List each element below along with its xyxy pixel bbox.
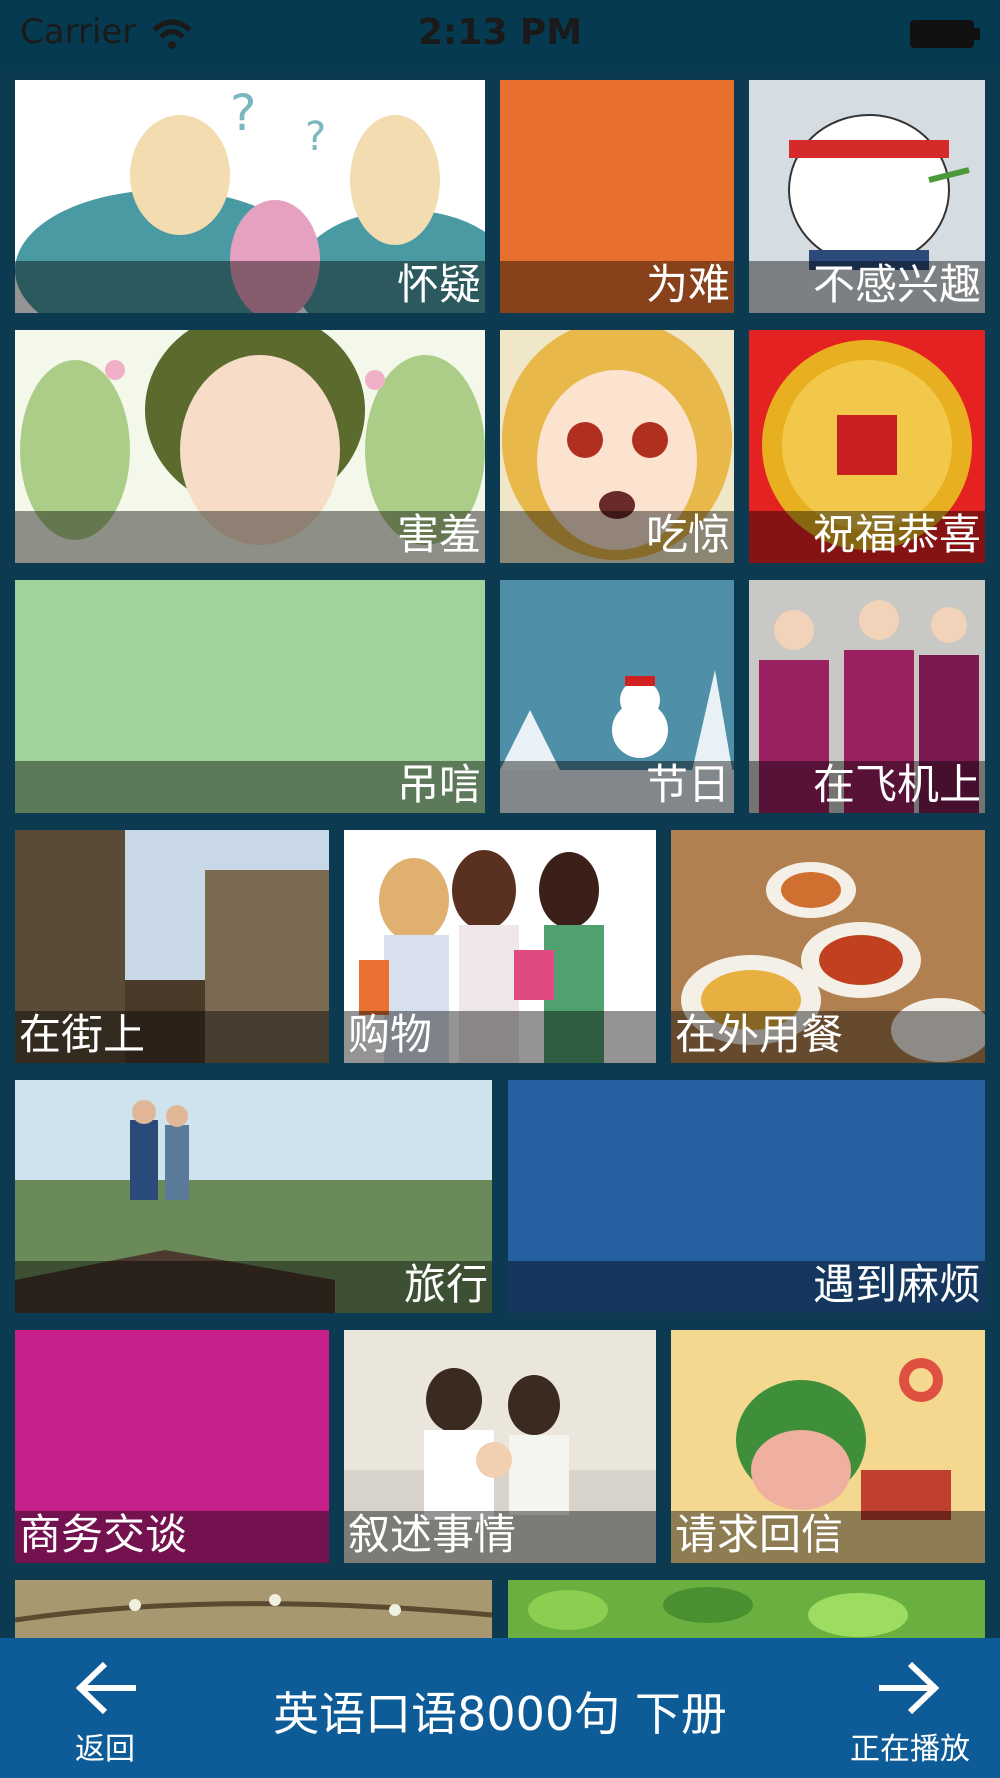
now-playing-label: 正在播放 [850, 1732, 970, 1767]
tile-narrate[interactable]: 叙述事情 [344, 1330, 656, 1563]
right-arrow-icon [879, 1661, 940, 1715]
tile-label: 在街上 [19, 1010, 146, 1059]
tile-business-talk[interactable]: 商务交谈 [15, 1330, 329, 1563]
tile-in-trouble[interactable]: 遇到麻烦 [508, 1080, 985, 1313]
tile-label: 叙述事情 [348, 1510, 517, 1559]
tile-label: 购物 [348, 1010, 433, 1059]
tile-on-plane[interactable]: 在飞机上 [749, 580, 985, 813]
tile-label: 吊唁 [396, 760, 481, 809]
tile-label: 在飞机上 [812, 760, 981, 809]
tile-holiday[interactable]: 节日 [500, 580, 734, 813]
svg-text:?: ? [305, 114, 326, 160]
tile-request-reply[interactable]: 请求回信 [671, 1330, 985, 1563]
bottom-nav-bar: 返回 英语口语8000句 下册 正在播放 [0, 1638, 1000, 1778]
tile-shopping[interactable]: 购物 [344, 830, 656, 1063]
tile-condolence[interactable]: 吊唁 [15, 580, 485, 813]
tile-label: 遇到麻烦 [812, 1260, 981, 1309]
tile-shy[interactable]: 害羞 [15, 330, 485, 563]
tile-not-interested[interactable]: 不感兴趣 [749, 80, 985, 313]
tile-label: 为难 [645, 260, 730, 309]
tile-label: 节日 [645, 760, 730, 809]
tile-label: 祝福恭喜 [812, 510, 981, 559]
tile-label: 不感兴趣 [812, 260, 981, 309]
tile-doubt[interactable]: ? ? 怀疑 [15, 80, 485, 313]
tile-embarrassed[interactable]: 为难 [500, 80, 734, 313]
tile-partial-branch[interactable] [15, 1580, 492, 1640]
tile-label: 旅行 [403, 1260, 488, 1309]
branch-image [15, 1580, 492, 1640]
tile-label: 害羞 [396, 510, 481, 559]
tile-label: 请求回信 [675, 1510, 844, 1559]
svg-text:?: ? [230, 84, 257, 142]
tile-partial-leaves[interactable] [508, 1580, 985, 1640]
now-playing-button[interactable]: 正在播放 [840, 1658, 980, 1768]
tile-label: 在外用餐 [675, 1010, 844, 1059]
tile-travel[interactable]: 旅行 [15, 1080, 492, 1313]
category-grid: ? ? 怀疑 为难 不感兴趣 害羞 吃惊 祝福恭喜 吊唁 节日 在飞机上 在街上… [0, 0, 1000, 1778]
tile-congratulations[interactable]: 祝福恭喜 [749, 330, 985, 563]
tile-dining-out[interactable]: 在外用餐 [671, 830, 985, 1063]
tile-surprised[interactable]: 吃惊 [500, 330, 734, 563]
tile-on-street[interactable]: 在街上 [15, 830, 329, 1063]
tile-label: 商务交谈 [19, 1510, 188, 1559]
tile-label: 吃惊 [645, 510, 730, 559]
tile-label: 怀疑 [396, 260, 481, 309]
leaves-image [508, 1580, 985, 1640]
